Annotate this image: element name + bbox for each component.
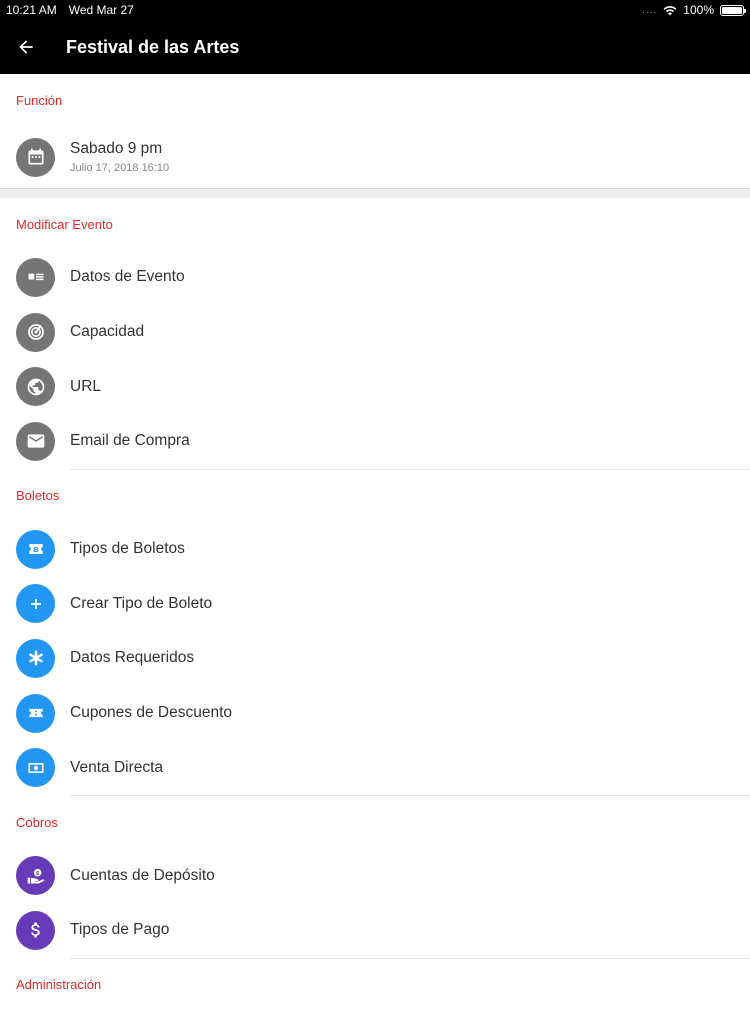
- status-right: .... 100%: [642, 3, 746, 17]
- section-separator: [0, 188, 750, 198]
- wifi-icon: [663, 5, 677, 15]
- list-item-datos-evento[interactable]: Datos de Evento: [0, 250, 750, 305]
- main-content: Función Sabado 9 pm Julio 17, 2018 16:10…: [0, 74, 750, 1011]
- svg-text:B: B: [33, 545, 39, 554]
- list-item-label: Cuentas de Depósito: [70, 866, 215, 884]
- section-header-boletos: Boletos: [16, 488, 60, 504]
- ticket-icon: B: [16, 529, 55, 569]
- list-item-datos-requeridos[interactable]: Datos Requeridos: [0, 631, 750, 686]
- list-item-cuentas-deposito[interactable]: $ Cuentas de Depósito: [0, 848, 750, 903]
- section-header-funcion: Función: [16, 92, 63, 108]
- back-button[interactable]: [0, 20, 54, 74]
- cash-icon: [16, 748, 55, 788]
- funcion-subtitle: Julio 17, 2018 16:10: [70, 162, 170, 174]
- list-item-venta-directa[interactable]: Venta Directa: [0, 741, 750, 796]
- status-time: 10:21 AM: [6, 3, 57, 17]
- event-details-icon: [16, 257, 55, 297]
- list-item-label: Datos de Evento: [70, 268, 185, 286]
- signal-icon: ....: [642, 4, 658, 16]
- plus-icon: [16, 584, 55, 624]
- list-item-url[interactable]: URL: [0, 359, 750, 414]
- funcion-title: Sabado 9 pm: [70, 140, 163, 157]
- globe-icon: [16, 367, 55, 407]
- app-bar: Festival de las Artes: [0, 20, 750, 74]
- arrow-back-icon: [19, 40, 33, 54]
- funcion-text: Sabado 9 pm Julio 17, 2018 16:10: [70, 140, 169, 174]
- capacity-icon: [16, 312, 55, 352]
- battery-icon: [720, 4, 746, 16]
- list-item-label: Email de Compra: [70, 432, 190, 450]
- list-item-crear-tipo-boleto[interactable]: Crear Tipo de Boleto: [0, 576, 750, 631]
- coupon-icon: [16, 693, 55, 733]
- status-bar: 10:21 AM Wed Mar 27 .... 100%: [0, 0, 750, 20]
- section-header-modificar: Modificar Evento: [16, 216, 113, 232]
- calendar-icon: [16, 137, 55, 177]
- list-item-tipos-pago[interactable]: Tipos de Pago: [0, 903, 750, 958]
- section-header-administracion: Administración: [16, 977, 102, 993]
- list-item-label: Tipos de Pago: [70, 921, 170, 939]
- list-item-cupones-descuento[interactable]: Cupones de Descuento: [0, 686, 750, 741]
- list-item-label: Cupones de Descuento: [70, 704, 233, 722]
- dollar-icon: [16, 910, 55, 950]
- list-item-label: Tipos de Boletos: [70, 540, 185, 558]
- svg-text:$: $: [36, 870, 39, 876]
- page-title: Festival de las Artes: [66, 36, 240, 57]
- email-icon: [16, 421, 55, 461]
- funcion-item[interactable]: Sabado 9 pm Julio 17, 2018 16:10: [0, 126, 750, 188]
- list-item-tipos-boletos[interactable]: B Tipos de Boletos: [0, 522, 750, 577]
- deposit-icon: $: [16, 856, 55, 896]
- list-item-capacidad[interactable]: Capacidad: [0, 305, 750, 360]
- list-item-email-compra[interactable]: Email de Compra: [0, 414, 750, 469]
- section-header-cobros: Cobros: [16, 814, 58, 830]
- funcion-section: Función Sabado 9 pm Julio 17, 2018 16:10: [0, 74, 750, 188]
- list-item-label: URL: [70, 377, 102, 395]
- battery-percent: 100%: [683, 3, 714, 17]
- status-date: Wed Mar 27: [68, 3, 134, 17]
- asterisk-icon: [16, 638, 55, 678]
- list-item-label: Crear Tipo de Boleto: [70, 594, 213, 612]
- list-item-label: Datos Requeridos: [70, 649, 195, 667]
- list-item-label: Venta Directa: [70, 758, 164, 776]
- list-item-label: Capacidad: [70, 323, 145, 341]
